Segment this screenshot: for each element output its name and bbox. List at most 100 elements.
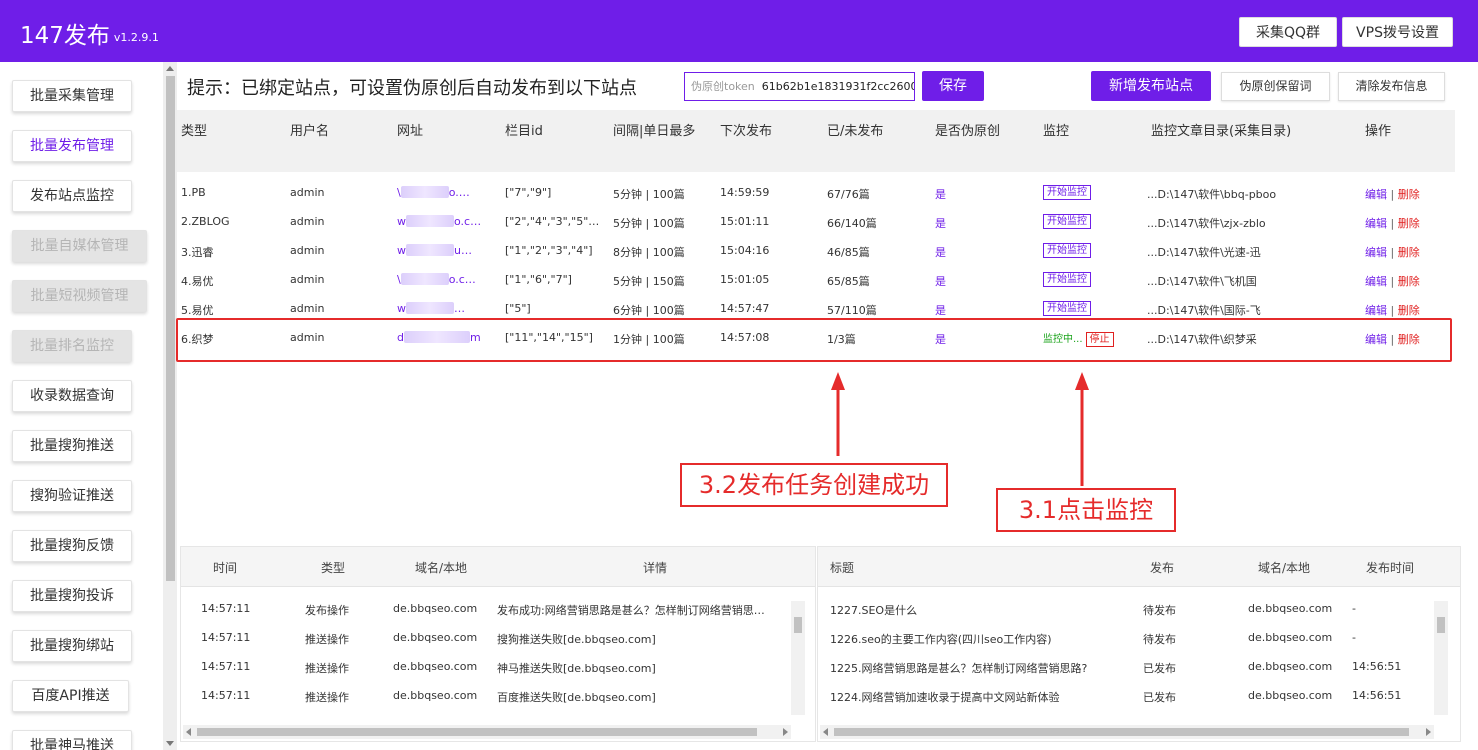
sidebar-item-index-query[interactable]: 收录数据查询 <box>12 380 132 412</box>
scroll-right-icon[interactable] <box>783 728 788 736</box>
vps-settings-button[interactable]: VPS拨号设置 <box>1342 17 1453 47</box>
log-hscroll-thumb[interactable] <box>197 728 757 736</box>
blurred-url <box>400 273 449 285</box>
cell-type: 4.易优 <box>181 275 214 288</box>
cell-next: 15:01:05 <box>720 273 770 286</box>
log-type: 发布操作 <box>305 604 349 617</box>
th-interval: 间隔|单日最多 <box>613 124 696 139</box>
article-status: 已发布 <box>1143 691 1176 704</box>
log-time: 14:57:11 <box>201 660 251 673</box>
article-horizontal-scrollbar[interactable] <box>820 725 1434 739</box>
cell-url[interactable]: \ o.c… <box>397 273 476 286</box>
sidebar-scroll-thumb[interactable] <box>166 76 175 581</box>
sidebar-item-sogou-complaint[interactable]: 批量搜狗投诉 <box>12 580 132 612</box>
article-th-title: 标题 <box>830 561 855 575</box>
edit-link[interactable]: 编辑 <box>1365 246 1387 259</box>
article-time: 14:56:51 <box>1352 689 1402 702</box>
token-label: 伪原创token <box>691 80 755 93</box>
hint-text: 提示：已绑定站点，可设置伪原创后自动发布到以下站点 <box>187 78 637 99</box>
save-button[interactable]: 保存 <box>922 71 984 101</box>
log-panel-header: 时间 类型 域名/本地 详情 <box>181 547 815 587</box>
log-time: 14:57:11 <box>201 602 251 615</box>
log-horizontal-scrollbar[interactable] <box>183 725 791 739</box>
sidebar-item-collect-manage[interactable]: 批量采集管理 <box>12 80 132 112</box>
log-type: 推送操作 <box>305 691 349 704</box>
sidebar-item-rank-monitor[interactable]: 批量排名监控 <box>12 330 132 362</box>
scroll-up-icon[interactable] <box>166 66 174 71</box>
article-title: 1227.SEO是什么 <box>830 604 918 617</box>
qq-group-button[interactable]: 采集QQ群 <box>1239 17 1337 47</box>
sidebar-item-sogou-feedback[interactable]: 批量搜狗反馈 <box>12 530 132 562</box>
sidebar-item-publish-manage[interactable]: 批量发布管理 <box>12 130 132 162</box>
article-domain: de.bbqseo.com <box>1248 631 1333 644</box>
cell-dir: ...D:\147\软件\bbq-pboo <box>1147 188 1277 201</box>
sidebar-item-shenma-push[interactable]: 批量神马推送 <box>12 730 132 750</box>
th-dir: 监控文章目录(采集目录) <box>1151 124 1292 139</box>
cell-url[interactable]: \ o.… <box>397 186 470 199</box>
start-monitor-button[interactable]: 开始监控 <box>1043 301 1091 316</box>
cell-count: 46/85篇 <box>827 246 870 259</box>
start-monitor-button[interactable]: 开始监控 <box>1043 185 1091 200</box>
sidebar-item-baidu-api-push[interactable]: 百度API推送 <box>12 680 129 712</box>
start-monitor-button[interactable]: 开始监控 <box>1043 243 1091 258</box>
cell-columns: ["1","6","7"] <box>505 273 572 286</box>
task-created-annotation: 3.2发布任务创建成功 <box>680 463 948 507</box>
cell-user: admin <box>290 273 325 286</box>
delete-link[interactable]: 删除 <box>1398 275 1420 288</box>
sidebar-scrollbar[interactable] <box>163 62 177 750</box>
start-monitor-button[interactable]: 开始监控 <box>1043 272 1091 287</box>
log-row: 14:57:11 推送操作 de.bbqseo.com 神马推送失败[de.bb… <box>181 653 791 682</box>
article-th-time: 发布时间 <box>1366 561 1415 575</box>
delete-link[interactable]: 删除 <box>1398 188 1420 201</box>
sidebar-item-media-manage[interactable]: 批量自媒体管理 <box>12 230 147 262</box>
table-row: 1.PB admin \ o.… ["7","9"] 5分钟 | 100篇 14:… <box>177 178 1455 207</box>
token-input[interactable]: 伪原创token 61b62b1e1831931f2cc26006 <box>684 72 915 101</box>
delete-link[interactable]: 删除 <box>1398 246 1420 259</box>
edit-link[interactable]: 编辑 <box>1365 304 1387 317</box>
sidebar: 批量采集管理 批量发布管理 发布站点监控 批量自媒体管理 批量短视频管理 批量排… <box>0 62 163 750</box>
edit-link[interactable]: 编辑 <box>1365 217 1387 230</box>
article-hscroll-thumb[interactable] <box>834 728 1409 736</box>
log-vertical-scrollbar[interactable] <box>791 601 805 715</box>
start-monitor-button[interactable]: 开始监控 <box>1043 214 1091 229</box>
keep-words-button[interactable]: 伪原创保留词 <box>1221 72 1330 101</box>
cell-interval: 5分钟 | 150篇 <box>613 275 685 288</box>
sidebar-item-site-monitor[interactable]: 发布站点监控 <box>12 180 132 212</box>
top-bar: 147发布 v1.2.9.1 采集QQ群 VPS拨号设置 <box>0 0 1478 62</box>
clear-info-button[interactable]: 清除发布信息 <box>1338 72 1445 101</box>
cell-url[interactable]: w… <box>397 302 465 315</box>
log-time: 14:57:11 <box>201 689 251 702</box>
article-vertical-scrollbar[interactable] <box>1434 601 1448 715</box>
scroll-right-icon[interactable] <box>1426 728 1431 736</box>
sidebar-item-sogou-verify-push[interactable]: 搜狗验证推送 <box>12 480 132 512</box>
th-url: 网址 <box>397 124 424 139</box>
delete-link[interactable]: 删除 <box>1398 217 1420 230</box>
th-user: 用户名 <box>290 124 330 139</box>
sidebar-item-video-manage[interactable]: 批量短视频管理 <box>12 280 147 312</box>
cell-pseudo: 是 <box>935 246 946 259</box>
sidebar-item-sogou-bind[interactable]: 批量搜狗绑站 <box>12 630 132 662</box>
log-domain: de.bbqseo.com <box>393 689 478 702</box>
edit-link[interactable]: 编辑 <box>1365 188 1387 201</box>
delete-link[interactable]: 删除 <box>1398 304 1420 317</box>
cell-url[interactable]: w o.c… <box>397 215 481 228</box>
blurred-url <box>400 186 449 198</box>
table-header: 类型 用户名 网址 栏目id 间隔|单日最多 下次发布 已/未发布 是否伪原创 … <box>177 110 1455 172</box>
log-vscroll-thumb[interactable] <box>794 617 802 633</box>
cell-next: 14:57:47 <box>720 302 770 315</box>
scroll-left-icon[interactable] <box>823 728 828 736</box>
log-detail: 搜狗推送失败[de.bbqseo.com] <box>497 633 656 646</box>
sidebar-item-sogou-push[interactable]: 批量搜狗推送 <box>12 430 132 462</box>
log-th-domain: 域名/本地 <box>415 561 468 575</box>
article-status: 待发布 <box>1143 633 1176 646</box>
add-site-button[interactable]: 新增发布站点 <box>1091 71 1211 101</box>
cell-monitor: 开始监控 <box>1043 272 1091 287</box>
log-detail: 百度推送失败[de.bbqseo.com] <box>497 691 656 704</box>
edit-link[interactable]: 编辑 <box>1365 275 1387 288</box>
scroll-down-icon[interactable] <box>166 741 174 746</box>
scroll-left-icon[interactable] <box>186 728 191 736</box>
cell-url[interactable]: w u… <box>397 244 472 257</box>
article-vscroll-thumb[interactable] <box>1437 617 1445 633</box>
cell-monitor: 开始监控 <box>1043 243 1091 258</box>
url-end: o.c… <box>448 273 476 286</box>
